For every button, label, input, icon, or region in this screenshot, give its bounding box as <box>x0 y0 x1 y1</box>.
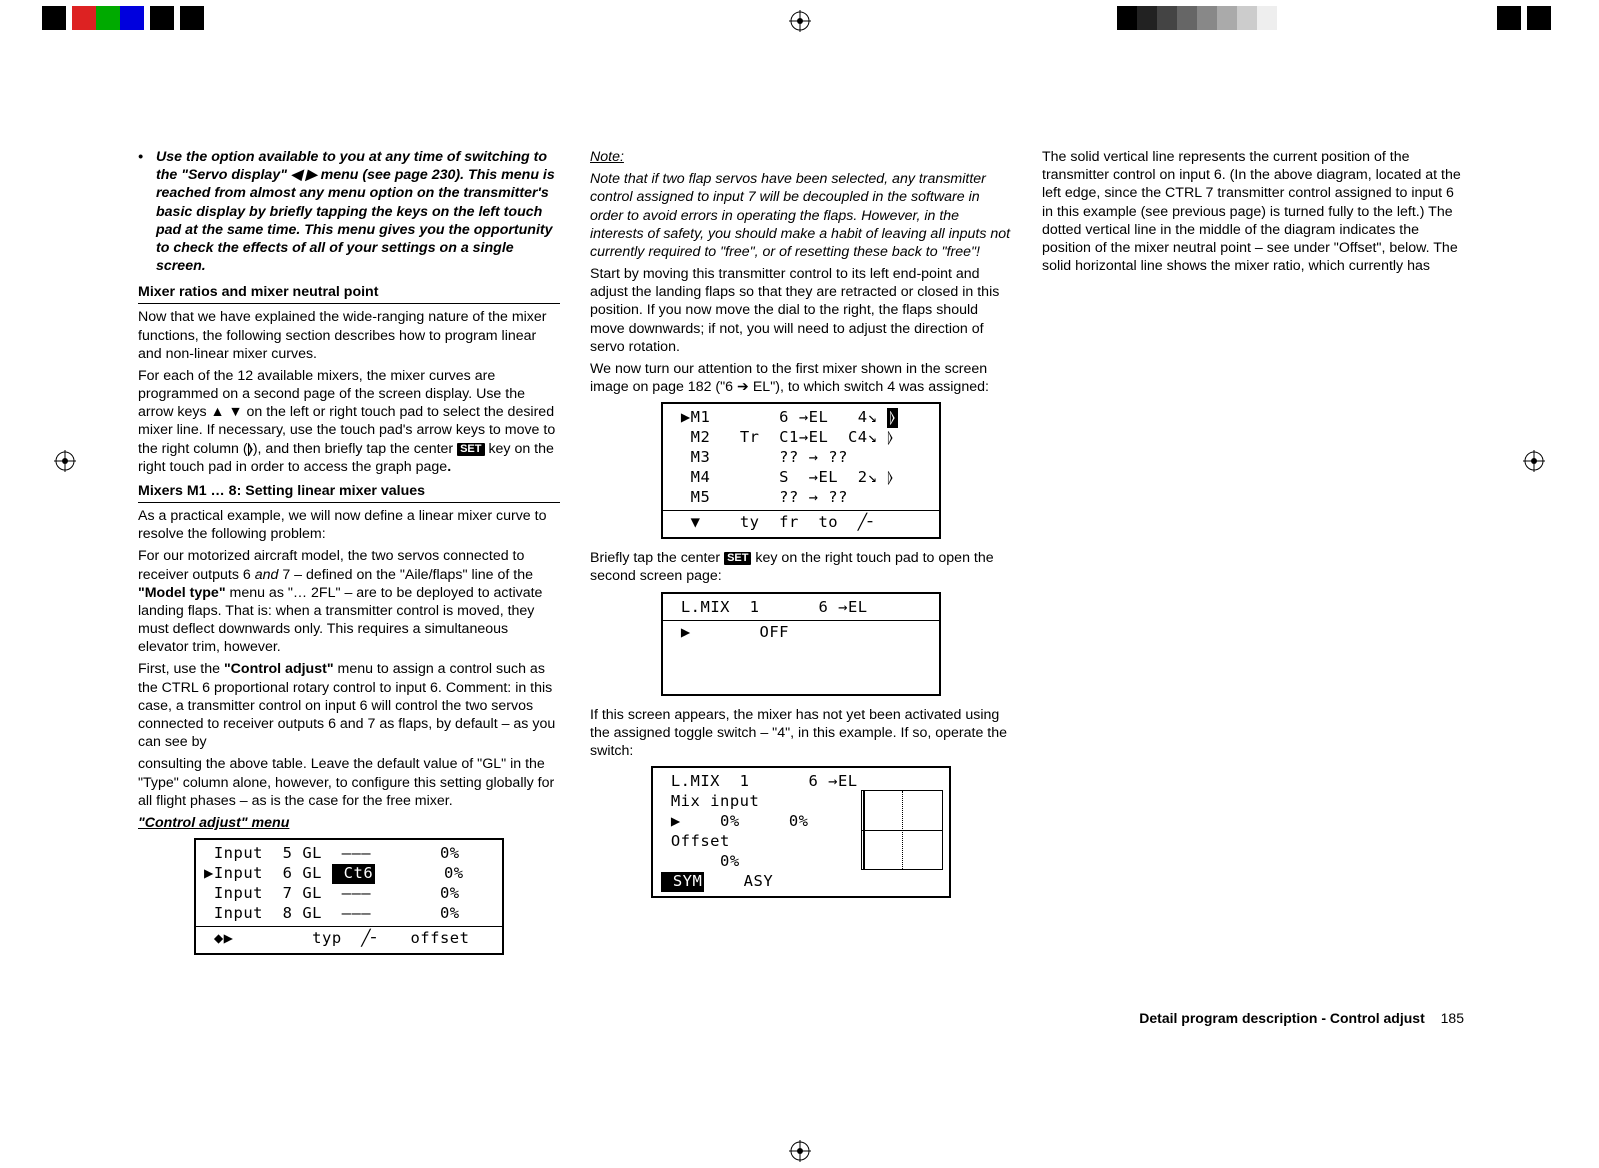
screen-row: ▼ ty fr to ╱╴ <box>663 513 939 533</box>
screen-row: M3 ?? → ?? <box>663 448 939 468</box>
body-text: For our motorized aircraft model, the tw… <box>138 547 560 656</box>
section-heading: Mixers M1 … 8: Setting linear mixer valu… <box>138 482 560 503</box>
screen-row: M5 ?? → ?? <box>663 488 939 508</box>
body-text: Briefly tap the center SET key on the ri… <box>590 549 1012 585</box>
lcd-screen-lmix-off: L.MIX 1 6 →EL ▶ OFF <box>661 592 941 696</box>
set-key-icon: SET <box>724 552 751 565</box>
body-text: We now turn our attention to the first m… <box>590 360 1012 396</box>
body-text: Start by moving this transmitter control… <box>590 265 1012 356</box>
registration-target-icon <box>54 450 76 472</box>
body-text: If this screen appears, the mixer has no… <box>590 706 1012 761</box>
set-key-icon: SET <box>457 443 484 456</box>
screen-title: "Control adjust" menu <box>138 814 560 832</box>
print-registration-top <box>0 6 1599 40</box>
screen-row: M2 Tr C1→EL C4↘ ⦊ <box>663 428 939 448</box>
page-content: Use the option available to you at any t… <box>138 148 1464 1028</box>
screen-row: ▶Input 6 GL Ct6 0% <box>196 864 502 884</box>
page-number: 185 <box>1441 1010 1464 1026</box>
tip-bullet: Use the option available to you at any t… <box>138 148 560 275</box>
note-body: Note that if two flap servos have been s… <box>590 170 1012 261</box>
print-registration-bottom <box>0 1128 1599 1162</box>
body-text: consulting the above table. Leave the de… <box>138 755 560 810</box>
screen-row: SYM ASY <box>653 872 949 892</box>
body-text: For each of the 12 available mixers, the… <box>138 367 560 476</box>
lcd-screen-lmix-graph: L.MIX 1 6 →EL Mix input ▶ 0% 0% Offset 0… <box>651 766 951 898</box>
note-heading: Note: <box>590 148 1012 166</box>
registration-target-icon <box>789 10 811 32</box>
screen-row: Input 7 GL ––– 0% <box>196 884 502 904</box>
lcd-screen-control-adjust: Input 5 GL ––– 0% ▶Input 6 GL Ct6 0% Inp… <box>194 838 504 955</box>
screen-row: M4 S →EL 2↘ ⦊ <box>663 468 939 488</box>
screen-row: ▶ OFF <box>663 623 939 643</box>
body-text: The solid vertical line represents the c… <box>1042 148 1464 275</box>
tone-bars <box>1117 6 1287 30</box>
footer-title: Detail program description - Control adj… <box>1139 1010 1424 1026</box>
body-text: As a practical example, we will now defi… <box>138 507 560 543</box>
screen-row: L.MIX 1 6 →EL <box>663 598 939 618</box>
registration-target-icon <box>789 1140 811 1162</box>
screen-row: Input 8 GL ––– 0% <box>196 904 502 924</box>
page-footer: Detail program description - Control adj… <box>1139 1010 1464 1028</box>
body-text: First, use the "Control adjust" menu to … <box>138 660 560 751</box>
screen-row: L.MIX 1 6 →EL <box>653 772 949 792</box>
screen-row: Input 5 GL ––– 0% <box>196 844 502 864</box>
registration-target-icon <box>1523 450 1545 472</box>
screen-row: ▶M1 6 →EL 4↘ ⦊ <box>663 408 939 428</box>
lcd-screen-mixer-list: ▶M1 6 →EL 4↘ ⦊ M2 Tr C1→EL C4↘ ⦊ M3 ?? →… <box>661 402 941 539</box>
body-text: Now that we have explained the wide-rang… <box>138 308 560 363</box>
screen-row: ◆▶ typ ╱╴ offset <box>196 929 502 949</box>
section-heading: Mixer ratios and mixer neutral point <box>138 283 560 304</box>
